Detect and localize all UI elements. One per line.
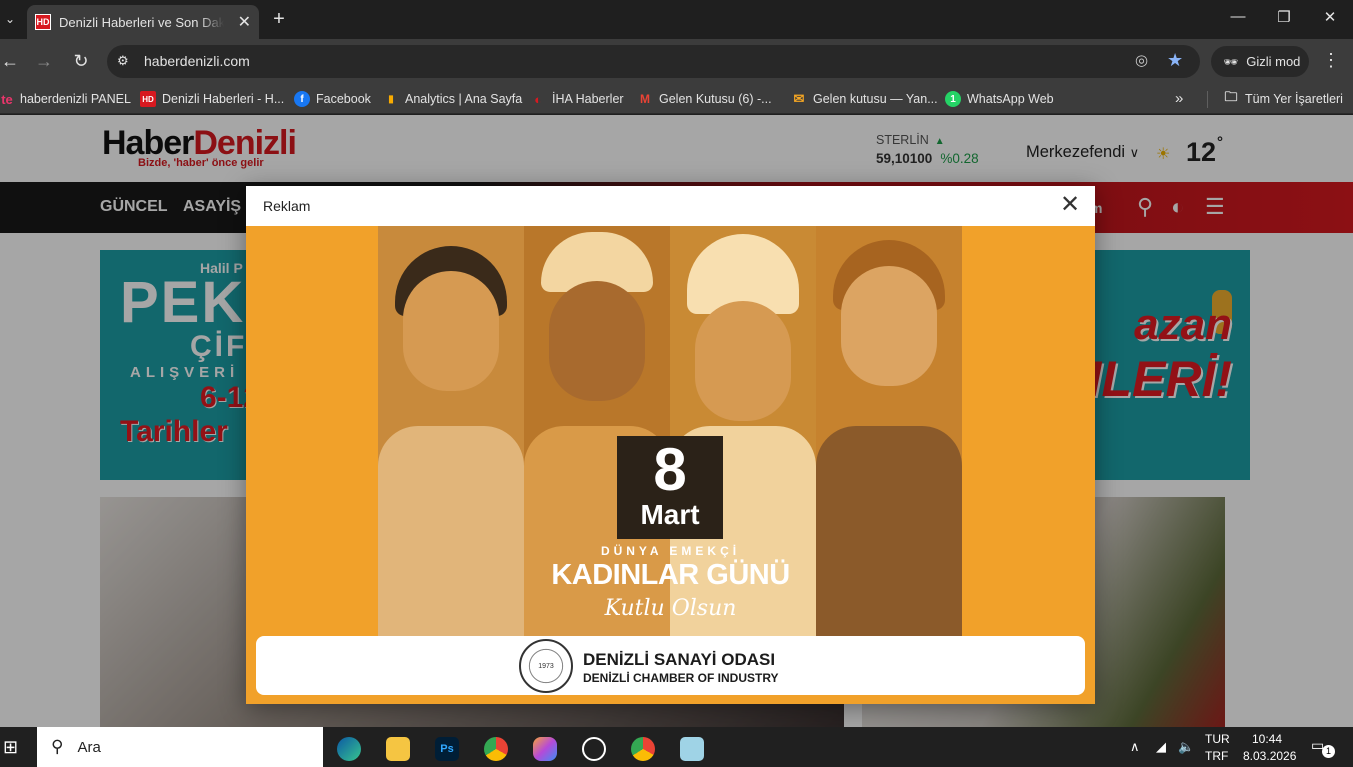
bookmark-star-icon[interactable]: ★ [1167,50,1183,71]
search-icon: ⚲ [51,737,64,756]
bookmark-item[interactable]: ✉ Gelen kutusu — Yan... [791,91,938,107]
bookmark-item[interactable]: ▮ Analytics | Ana Sayfa [383,91,522,107]
more-bookmarks-chevron-icon[interactable]: » [1175,90,1183,107]
restore-icon[interactable]: ❐ [1274,8,1294,26]
whatsapp-icon[interactable] [574,733,614,765]
bookmark-label: İHA Haberler [552,92,624,106]
notification-center-icon[interactable]: ▭ 1 [1311,737,1335,758]
ad-modal: Reklam ✕ 8 Mart DÜNYA EMEKÇİ KADINLAR GÜ… [246,186,1095,704]
network-icon[interactable]: ◢ [1156,739,1166,755]
bookmark-item[interactable]: 1 WhatsApp Web [945,91,1054,107]
notepad-icon[interactable] [672,733,712,765]
keyboard-layout: TRF [1205,749,1229,763]
clock-date: 8.03.2026 [1243,749,1297,763]
bookmark-label: WhatsApp Web [967,92,1054,106]
bookmark-favicon: te [1,91,13,107]
browser-toolbar: ← → ↻ ⚙ haberdenizli.com ◎ ★ 🕶 Gizli mod… [0,39,1353,84]
new-tab-plus-icon[interactable]: + [268,8,290,31]
forward-arrow-icon[interactable]: → [34,51,54,72]
bookmark-label: Gelen Kutusu (6) -... [659,92,772,106]
org-name-tr: DENİZLİ SANAYİ ODASI [583,650,776,669]
url-text[interactable]: haberdenizli.com [144,53,250,69]
bookmark-item[interactable]: HD Denizli Haberleri - H... [140,91,284,107]
bookmark-label: Analytics | Ana Sayfa [405,92,523,106]
bookmark-label: Denizli Haberleri - H... [162,92,285,106]
tab-favicon: HD [35,14,51,30]
bookmark-favicon: HD [140,91,156,107]
ad-month: Mart [640,499,700,530]
reload-icon[interactable]: ↻ [71,51,91,72]
analytics-icon: ▮ [388,93,394,105]
bookmark-item[interactable]: ◐ İHA Haberler [530,91,624,107]
minimize-icon[interactable]: — [1228,8,1248,25]
taskbar-search[interactable]: ⚲ Ara [37,727,323,767]
browser-menu-icon[interactable]: ⋮ [1322,50,1340,71]
windows-start-icon[interactable]: ⊞ [3,737,18,758]
address-bar[interactable]: ⚙ haberdenizli.com ◎ ★ [107,45,1200,78]
chrome-incognito-icon[interactable] [623,733,663,765]
bookmark-item[interactable]: M Gelen Kutusu (6) -... [637,91,772,107]
tab-close-icon[interactable]: ✕ [238,12,251,32]
active-tab[interactable]: HD Denizli Haberleri ve Son Dakika ✕ [27,5,259,39]
chamber-seal-icon: 1973 [519,639,573,693]
notification-badge: 1 [1322,745,1335,758]
ad-portrait-face [695,301,791,421]
back-arrow-icon[interactable]: ← [0,51,20,72]
incognito-label: Gizli mod [1246,54,1301,69]
ad-day: 8 [653,436,687,503]
clock[interactable]: 10:44 8.03.2026 [1243,731,1297,765]
all-bookmarks-folder[interactable]: 🗀 Tüm Yer İşaretleri [1223,89,1343,107]
tab-strip: ⌄ HD Denizli Haberleri ve Son Dakika ✕ +… [0,0,1353,39]
mail-icon: ✉ [793,91,805,106]
facebook-icon: f [294,91,310,107]
ad-script-text: Kutlu Olsun [604,596,737,621]
ad-image[interactable]: 8 Mart DÜNYA EMEKÇİ KADINLAR GÜNÜ Kutlu … [246,226,1095,704]
whatsapp-icon: 1 [945,91,961,107]
site-info-icon[interactable]: ⚙ [117,53,129,69]
tab-search-chevron-icon[interactable]: ⌄ [0,6,20,32]
seal-year: 1973 [538,662,554,670]
language-code: TUR [1205,732,1230,746]
file-explorer-icon[interactable] [378,733,418,765]
ad-portrait-face [403,271,499,391]
iha-icon: ◐ [534,91,542,107]
close-icon[interactable]: ✕ [1057,192,1083,218]
bookmark-label: Gelen kutusu — Yan... [813,92,938,106]
taskbar-search-label: Ara [77,738,101,756]
taskbar: ⊞ ⚲ Ara Ps ∧ ◢ 🔈 TUR TRF 10:44 8.03.2026… [0,727,1353,767]
volume-icon[interactable]: 🔈 [1178,739,1194,755]
window-close-icon[interactable]: ✕ [1320,8,1340,26]
bookmark-label: Tüm Yer İşaretleri [1245,92,1343,106]
input-language[interactable]: TUR TRF [1205,731,1230,765]
modal-title: Reklam [263,198,311,214]
incognito-button[interactable]: 🕶 Gizli mod [1211,46,1309,77]
bookmarks-bar: te haberdenizli PANEL HD Denizli Haberle… [0,84,1353,114]
copilot-icon[interactable] [525,733,565,765]
photoshop-icon[interactable]: Ps [427,733,467,765]
modal-header: Reklam ✕ [246,186,1095,226]
ad-org-card: 1973 DENİZLİ SANAYİ ODASI DENİZLİ CHAMBE… [256,636,1085,695]
tab-title: Denizli Haberleri ve Son Dakika [59,14,224,30]
ad-portrait-face [841,266,937,386]
incognito-icon: 🕶 [1223,54,1239,69]
bookmarks-divider [1207,91,1208,108]
gmail-icon: M [640,92,650,106]
org-name-en: DENİZLİ CHAMBER OF INDUSTRY [583,671,779,685]
bookmark-item[interactable]: f Facebook [294,91,371,107]
bookmark-label: Facebook [316,92,371,106]
ad-subtitle: DÜNYA EMEKÇİ [600,544,741,558]
ad-portrait-face [549,281,645,401]
eye-off-icon[interactable]: ◎ [1135,51,1148,69]
bookmark-label: haberdenizli PANEL [20,92,131,106]
ad-date-box: 8 Mart [617,436,723,539]
bookmark-item[interactable]: te haberdenizli PANEL [0,91,131,107]
chrome-icon[interactable] [476,733,516,765]
folder-icon: 🗀 [1224,89,1238,104]
ad-headline: KADINLAR GÜNÜ [551,559,790,591]
clock-time: 10:44 [1251,732,1283,746]
tray-chevron-up-icon[interactable]: ∧ [1130,739,1140,755]
edge-icon[interactable] [329,733,369,765]
